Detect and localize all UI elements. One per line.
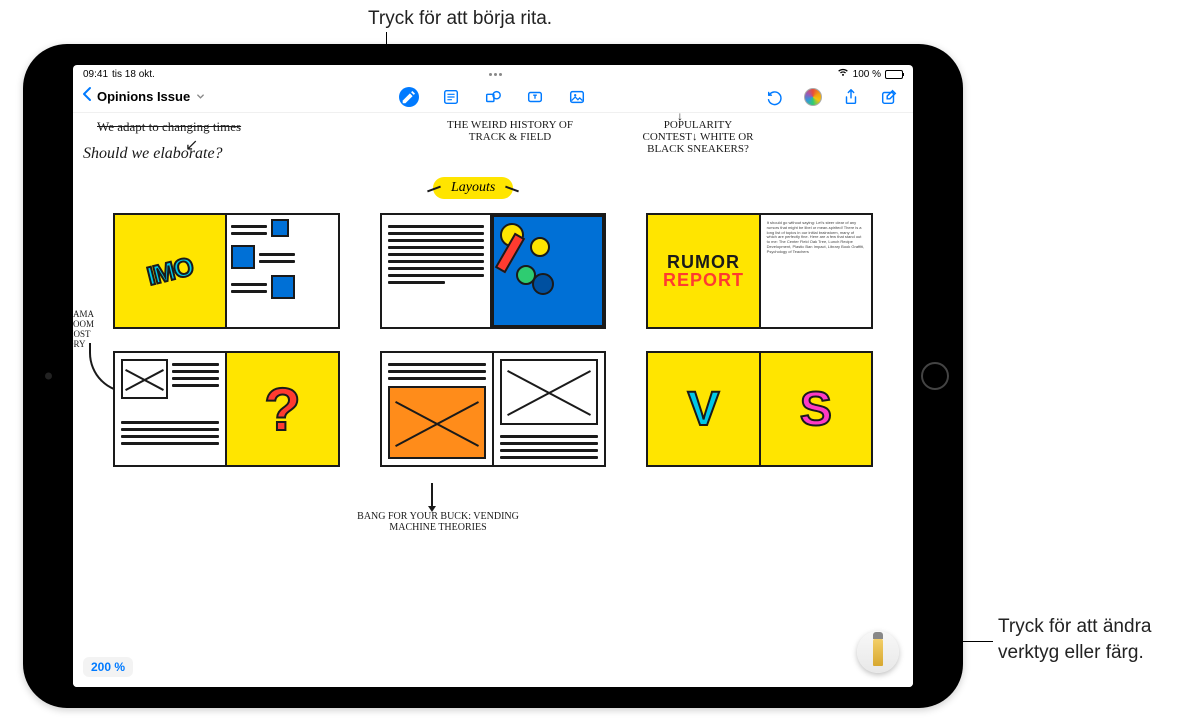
layout-question: ? [113, 351, 340, 467]
textbox-button[interactable] [525, 87, 545, 107]
wifi-icon [837, 68, 849, 80]
share-button[interactable] [841, 87, 861, 107]
pen-tool-button[interactable] [857, 631, 899, 673]
zoom-level[interactable]: 200 % [83, 657, 133, 677]
handwriting-history: THE WEIRD HISTORY OF TRACK & FIELD [445, 119, 575, 143]
undo-button[interactable] [765, 87, 785, 107]
layout-boxes [380, 351, 607, 467]
palette-icon [804, 88, 822, 106]
ipad-screen: 09:41 tis 18 okt. 100 % Opinions Issue [73, 65, 913, 687]
freeform-canvas[interactable]: We adapt to changing times ↙ Should we e… [73, 113, 913, 687]
handwriting-vending: BANG FOR YOUR BUCK: VENDING MACHINE THEO… [353, 511, 523, 533]
handwriting-popularity: POPULARITY CONTEST↓ WHITE OR BLACK SNEAK… [638, 119, 758, 155]
status-time: 09:41 [83, 69, 108, 80]
back-button[interactable] [81, 86, 93, 107]
imo-text: IMO [144, 250, 196, 291]
sticky-note-button[interactable] [441, 87, 461, 107]
handwriting-crossed: We adapt to changing times [97, 119, 241, 135]
nav-bar: Opinions Issue [73, 81, 913, 113]
ipad-camera [45, 373, 52, 380]
pen-icon [873, 638, 883, 666]
battery-icon [885, 70, 903, 79]
home-button[interactable] [921, 362, 949, 390]
draw-tool-button[interactable] [399, 87, 419, 107]
layouts-bubble: Layouts [433, 177, 513, 199]
layouts-grid: IMO [113, 213, 873, 467]
multitask-dots[interactable] [155, 73, 837, 76]
qmark-text: ? [264, 375, 301, 444]
layout-imo: IMO [113, 213, 340, 329]
rumor-body-text: It should go without saying: Let's steer… [761, 215, 871, 327]
chevron-down-icon [196, 93, 205, 103]
callout-bottom: Tryck för att ändra verktyg eller färg. [998, 614, 1168, 665]
document-title[interactable]: Opinions Issue [97, 89, 205, 104]
battery-percent: 100 % [853, 69, 881, 80]
media-button[interactable] [567, 87, 587, 107]
layout-vs: V S [646, 351, 873, 467]
compose-button[interactable] [879, 87, 899, 107]
v-text: V [687, 382, 719, 437]
callout-top: Tryck för att börja rita. [368, 6, 552, 32]
handwriting-elaborate: Should we elaborate? [83, 145, 223, 163]
status-date: tis 18 okt. [112, 69, 155, 80]
s-text: S [800, 382, 832, 437]
layout-rumor: RUMORREPORT It should go without saying:… [646, 213, 873, 329]
palette-button[interactable] [803, 87, 823, 107]
status-bar: 09:41 tis 18 okt. 100 % [73, 65, 913, 81]
layout-shapes [380, 213, 607, 329]
arrow-vertical [431, 483, 433, 507]
shape-button[interactable] [483, 87, 503, 107]
ipad-frame: 09:41 tis 18 okt. 100 % Opinions Issue [23, 44, 963, 708]
